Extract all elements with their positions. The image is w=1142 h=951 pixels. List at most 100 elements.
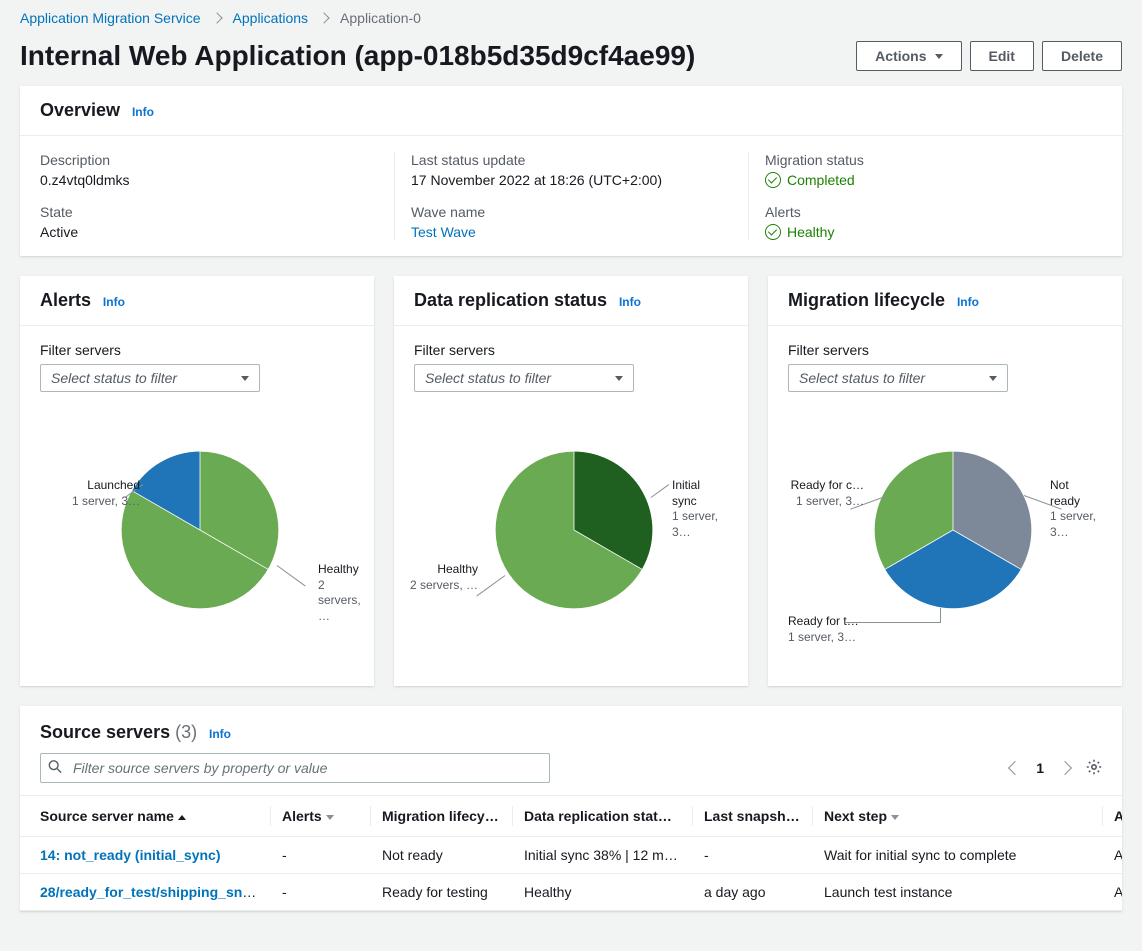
cell-snapshot: - (692, 837, 812, 874)
chevron-right-icon (211, 12, 222, 23)
chart-label-not-ready-detail: 1 server, 3… (1050, 509, 1102, 540)
actions-label: Actions (875, 48, 926, 64)
caret-down-icon (935, 54, 943, 59)
lifecycle-chart-info-link[interactable]: Info (957, 295, 979, 309)
source-servers-info-link[interactable]: Info (209, 727, 231, 741)
cell-lifecycle: Not ready (370, 837, 512, 874)
replication-pie-chart: Initial sync 1 server, 3… Healthy 2 serv… (414, 400, 728, 670)
cell-next: Launch test instance (812, 874, 1102, 911)
description-value: 0.z4vtq0ldmks (40, 172, 378, 188)
source-servers-panel: Source servers (3) Info 1 (20, 706, 1122, 911)
actions-button[interactable]: Actions (856, 41, 961, 71)
page-prev-icon[interactable] (1008, 761, 1022, 775)
breadcrumb-root[interactable]: Application Migration Service (20, 10, 201, 26)
chart-label-initial-sync-detail: 1 server, 3… (672, 509, 728, 540)
source-servers-table: Source server name Alerts Migration life… (20, 795, 1122, 911)
col-next[interactable]: Next step (812, 796, 1102, 837)
cell-alerts: - (270, 874, 370, 911)
overview-title: Overview (40, 100, 120, 121)
table-row[interactable]: 28/ready_for_test/shipping_snapshot - Re… (20, 874, 1122, 911)
overview-info-link[interactable]: Info (132, 105, 154, 119)
lifecycle-chart-panel: Migration lifecycle Info Filter servers … (768, 276, 1122, 686)
check-circle-icon (765, 172, 781, 188)
source-servers-title: Source servers (3) (40, 722, 197, 743)
alerts-value: Healthy (787, 224, 834, 240)
search-icon (48, 760, 62, 777)
server-link[interactable]: 28/ready_for_test/shipping_snapshot (40, 884, 270, 900)
alerts-key: Alerts (765, 204, 1102, 220)
source-search-input[interactable] (40, 753, 550, 783)
cell-snapshot: a day ago (692, 874, 812, 911)
chevron-right-icon (318, 12, 329, 23)
chart-label-ready-cutover: Ready for c… (782, 478, 864, 494)
alerts-filter-select[interactable]: Select status to filter (40, 364, 260, 392)
alerts-filter-label: Filter servers (40, 342, 354, 358)
lifecycle-pie-chart: Ready for c… 1 server, 3… Not ready 1 se… (788, 400, 1102, 670)
wave-link[interactable]: Test Wave (411, 224, 476, 240)
cell-lifecycle: Ready for testing (370, 874, 512, 911)
table-row[interactable]: 14: not_ready (initial_sync) - Not ready… (20, 837, 1122, 874)
col-source-name[interactable]: Source server name (20, 796, 270, 837)
last-update-value: 17 November 2022 at 18:26 (UTC+2:00) (411, 172, 732, 188)
chart-label-healthy-detail: 2 servers, … (318, 578, 361, 625)
breadcrumb: Application Migration Service Applicatio… (20, 0, 1122, 40)
cell-alerts: - (270, 837, 370, 874)
server-link[interactable]: 14: not_ready (initial_sync) (40, 847, 221, 863)
caret-down-icon (989, 376, 997, 381)
alerts-filter-placeholder: Select status to filter (51, 370, 177, 386)
chart-label-healthy: Healthy (318, 562, 361, 578)
wave-key: Wave name (411, 204, 732, 220)
overview-panel: Overview Info Description 0.z4vtq0ldmks … (20, 86, 1122, 256)
migration-status-key: Migration status (765, 152, 1102, 168)
caret-down-icon (241, 376, 249, 381)
cell-next: Wait for initial sync to complete (812, 837, 1102, 874)
chart-label-healthy-detail: 2 servers, … (408, 578, 478, 594)
lifecycle-chart-title: Migration lifecycle (788, 290, 945, 311)
cell-arch: Act (1102, 837, 1122, 874)
chart-label-healthy: Healthy (408, 562, 478, 578)
col-replication[interactable]: Data replication status (512, 796, 692, 837)
breadcrumb-applications[interactable]: Applications (233, 10, 309, 26)
delete-button[interactable]: Delete (1042, 41, 1122, 71)
chart-label-ready-test-detail: 1 server, 3… (788, 630, 859, 646)
alerts-chart-title: Alerts (40, 290, 91, 311)
source-servers-count: (3) (175, 722, 197, 742)
cell-arch: Act (1102, 874, 1122, 911)
chart-label-ready-cutover-detail: 1 server, 3… (782, 494, 864, 510)
cell-replication: Healthy (512, 874, 692, 911)
lifecycle-filter-select[interactable]: Select status to filter (788, 364, 1008, 392)
col-lifecycle[interactable]: Migration lifecycle (370, 796, 512, 837)
col-snapshot[interactable]: Last snapshot (692, 796, 812, 837)
alerts-chart-info-link[interactable]: Info (103, 295, 125, 309)
lifecycle-filter-placeholder: Select status to filter (799, 370, 925, 386)
replication-filter-label: Filter servers (414, 342, 728, 358)
description-key: Description (40, 152, 378, 168)
chart-label-launched-detail: 1 server, 3… (50, 494, 140, 510)
state-value: Active (40, 224, 378, 240)
breadcrumb-current: Application-0 (340, 10, 421, 26)
page-title: Internal Web Application (app-018b5d35d9… (20, 40, 695, 72)
caret-down-icon (615, 376, 623, 381)
replication-chart-panel: Data replication status Info Filter serv… (394, 276, 748, 686)
check-circle-icon (765, 224, 781, 240)
chart-label-ready-test: Ready for t… (788, 614, 859, 630)
replication-chart-info-link[interactable]: Info (619, 295, 641, 309)
page-next-icon[interactable] (1058, 761, 1072, 775)
cell-replication: Initial sync 38% | 12 min left (512, 837, 692, 874)
migration-status-value: Completed (787, 172, 855, 188)
chart-label-launched: Launched (50, 478, 140, 494)
edit-button[interactable]: Edit (970, 41, 1034, 71)
replication-filter-select[interactable]: Select status to filter (414, 364, 634, 392)
col-arch[interactable]: Arc (1102, 796, 1122, 837)
state-key: State (40, 204, 378, 220)
chart-label-not-ready: Not ready (1050, 478, 1102, 509)
alerts-pie-chart: Launched 1 server, 3… Healthy 2 servers,… (40, 400, 354, 670)
chart-label-initial-sync: Initial sync (672, 478, 728, 509)
alerts-chart-panel: Alerts Info Filter servers Select status… (20, 276, 374, 686)
settings-icon[interactable] (1086, 759, 1102, 778)
replication-filter-placeholder: Select status to filter (425, 370, 551, 386)
page-number: 1 (1036, 760, 1044, 776)
replication-chart-title: Data replication status (414, 290, 607, 311)
col-alerts[interactable]: Alerts (270, 796, 370, 837)
lifecycle-filter-label: Filter servers (788, 342, 1102, 358)
